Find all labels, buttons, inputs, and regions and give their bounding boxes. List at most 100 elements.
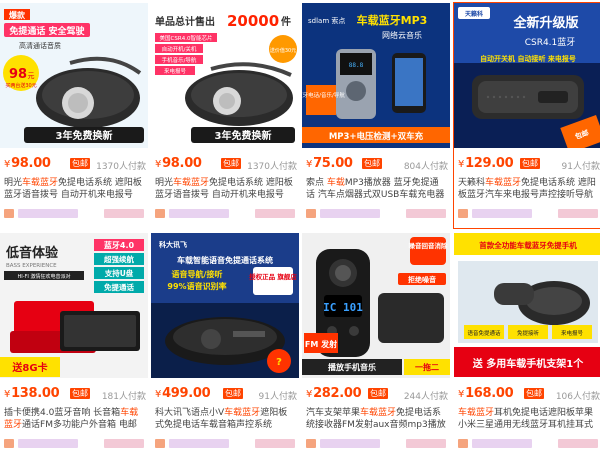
product-image[interactable]: 低音体验 BASS EXPERIENCE HI-FI 激情狂欢电音派对 蓝牙4.… bbox=[0, 233, 148, 378]
free-shipping-badge: 包邮 bbox=[223, 388, 243, 399]
product-title[interactable]: 汽车支架苹果车载蓝牙免提电话系统接收器FM发射aux音频mp3播放机 bbox=[306, 407, 446, 431]
product-title[interactable]: 插卡便携4.0蓝牙音响 长音箱车载蓝牙通话FM多功能户外音箱 电邮 bbox=[4, 407, 144, 431]
img-text: 送8G卡 bbox=[11, 361, 47, 374]
product-image[interactable]: 首款全功能车载蓝牙免提手机 语音免提通话 免提接听 来电报号 送 多用车载手机支… bbox=[454, 233, 600, 378]
img-text: 单品总计售出 bbox=[155, 15, 215, 28]
sales-count: 91人付款 bbox=[561, 162, 600, 172]
img-text: MP3+电压检测+双车充 bbox=[329, 131, 424, 142]
svg-text:?: ? bbox=[276, 357, 282, 368]
free-shipping-badge: 包邮 bbox=[70, 388, 90, 399]
img-text: 全新升级版 bbox=[512, 15, 578, 31]
shop-info bbox=[151, 437, 299, 451]
img-text: 一拖二 bbox=[415, 362, 439, 372]
img-text: CSR4.1蓝牙 bbox=[525, 36, 576, 48]
img-text: HI-FI 激情狂欢电音派对 bbox=[18, 273, 71, 280]
free-shipping-badge: 包邮 bbox=[70, 158, 90, 169]
price: ¥282.00 bbox=[306, 386, 362, 401]
shop-info bbox=[454, 437, 600, 451]
img-text: 蓝牙电话/音乐/导航 bbox=[302, 91, 345, 99]
shop-info bbox=[454, 207, 600, 221]
img-text: 网络云音乐 bbox=[382, 30, 422, 40]
product-image[interactable]: 天籁科 全新升级版 CSR4.1蓝牙 自动开关机 自动接听 来电报号 包邮 bbox=[454, 3, 600, 148]
sales-count: 91人付款 bbox=[258, 392, 297, 402]
sales-count: 181人付款 bbox=[101, 392, 146, 402]
product-image[interactable]: 科大讯飞 车载智能语音免提通话系统 语音导航/接听 99%语音识别率 授权正品 … bbox=[151, 233, 299, 378]
product-card[interactable]: 爆款 免提通话 安全驾驶 高清通话音质 98 元 买两台送30元 3年免费换新 … bbox=[0, 3, 148, 221]
price: ¥98.00 bbox=[4, 156, 51, 171]
free-shipping-badge: 包邮 bbox=[362, 158, 382, 169]
img-text: 元 bbox=[28, 72, 35, 80]
product-grid: 爆款 免提通话 安全驾驶 高清通话音质 98 元 买两台送30元 3年免费换新 … bbox=[0, 0, 600, 463]
shop-info bbox=[0, 207, 148, 221]
shop-info bbox=[0, 437, 148, 451]
img-text: 拒绝噪音 bbox=[408, 275, 436, 284]
img-text: 20000 bbox=[227, 12, 279, 30]
img-text: 99%语音识别率 bbox=[167, 281, 226, 291]
img-text: 送 多用车载手机支架1个 bbox=[472, 357, 584, 370]
shop-info bbox=[302, 437, 450, 451]
img-text: 语音免提通话 bbox=[467, 329, 501, 337]
img-text: 件 bbox=[281, 15, 291, 28]
sales-count: 1370人付款 bbox=[247, 162, 297, 172]
product-image[interactable]: 爆款 免提通话 安全驾驶 高清通话音质 98 元 买两台送30元 3年免费换新 bbox=[0, 3, 148, 148]
product-title[interactable]: 天籁科车载蓝牙免提电话系统 遮阳板蓝牙汽车来电报号声控接听导航播报 bbox=[458, 177, 598, 201]
free-shipping-badge: 包邮 bbox=[520, 158, 540, 169]
img-text: 授权正品 旗舰店 bbox=[249, 272, 297, 281]
img-text: 蓝牙4.0 bbox=[104, 240, 135, 250]
img-text: 送价值30元 bbox=[270, 47, 296, 54]
product-title[interactable]: 科大讯飞语点小V车载蓝牙遮阳板式免提电话车载音箱声控系统 bbox=[155, 407, 295, 431]
price: ¥499.00 bbox=[155, 386, 211, 401]
product-title[interactable]: 索点 车载MP3播放器 蓝牙免提通话 汽车点烟器式双USB车载充电器 bbox=[306, 177, 446, 201]
price: ¥168.00 bbox=[458, 386, 514, 401]
img-text: 98 bbox=[9, 67, 27, 82]
img-text: 美国CSR4.0智能芯片 bbox=[160, 34, 213, 42]
product-image[interactable]: sdlam 索点 车载蓝牙MP3 网络云音乐 88.8 蓝牙电话/音乐/导航 M… bbox=[302, 3, 450, 148]
product-card[interactable]: 首款全功能车载蓝牙免提手机 语音免提通话 免提接听 来电报号 送 多用车载手机支… bbox=[454, 233, 600, 451]
sales-count: 804人付款 bbox=[403, 162, 448, 172]
price: ¥138.00 bbox=[4, 386, 60, 401]
img-text: IC 101 bbox=[323, 301, 363, 314]
price: ¥129.00 bbox=[458, 156, 514, 171]
free-shipping-badge: 包邮 bbox=[221, 158, 241, 169]
product-image[interactable]: IC 101 噪音回音消除 拒绝噪音 FM 发射 播放手机音乐 一拖二 bbox=[302, 233, 450, 378]
product-title[interactable]: 明光车载蓝牙免提电话系统 遮阳板蓝牙语音拨号 自动开机来电报号 bbox=[4, 177, 144, 201]
img-text: 语音导航/接听 bbox=[172, 269, 223, 279]
img-text: 来电报号 bbox=[164, 67, 187, 75]
product-title[interactable]: 明光车载蓝牙免提电话系统 遮阳板蓝牙语音拨号 自动开机来电报号 bbox=[155, 177, 295, 201]
img-text: 车载智能语音免提通话系统 bbox=[177, 255, 273, 265]
product-title[interactable]: 车载蓝牙耳机免提电话遮阳板苹果小米三星通用无线蓝牙耳机挂耳式 bbox=[458, 407, 598, 431]
img-text: 自动开关机 自动接听 来电报号 bbox=[480, 54, 576, 63]
img-text: 科大讯飞 bbox=[159, 240, 187, 249]
price: ¥75.00 bbox=[306, 156, 353, 171]
img-text: 手机音乐/导航 bbox=[162, 56, 197, 64]
product-card[interactable]: 单品总计售出 20000 件 美国CSR4.0智能芯片 自动开机/关机 手机音乐… bbox=[151, 3, 299, 221]
img-text: 买两台送30元 bbox=[5, 82, 36, 89]
img-text: 播放手机音乐 bbox=[328, 362, 376, 372]
shop-info bbox=[302, 207, 450, 221]
product-card[interactable]: 低音体验 BASS EXPERIENCE HI-FI 激情狂欢电音派对 蓝牙4.… bbox=[0, 233, 148, 451]
free-shipping-badge: 包邮 bbox=[368, 388, 388, 399]
img-text: 自动开机/关机 bbox=[162, 45, 197, 53]
svg-text:88.8: 88.8 bbox=[349, 62, 364, 69]
price: ¥98.00 bbox=[155, 156, 202, 171]
product-card[interactable]: sdlam 索点 车载蓝牙MP3 网络云音乐 88.8 蓝牙电话/音乐/导航 M… bbox=[302, 3, 450, 221]
img-text: 3年免费换新 bbox=[56, 129, 113, 142]
img-text: 免提接听 bbox=[517, 329, 540, 337]
img-text: 车载蓝牙MP3 bbox=[357, 13, 428, 27]
img-text: FM 发射 bbox=[305, 339, 337, 349]
img-text: 支持U盘 bbox=[104, 268, 134, 278]
product-card[interactable]: 科大讯飞 车载智能语音免提通话系统 语音导航/接听 99%语音识别率 授权正品 … bbox=[151, 233, 299, 451]
img-text: 来电报号 bbox=[561, 329, 584, 337]
product-card[interactable]: 天籁科 全新升级版 CSR4.1蓝牙 自动开关机 自动接听 来电报号 包邮 ¥1… bbox=[453, 2, 600, 229]
img-text: 3年免费换新 bbox=[215, 129, 272, 142]
product-card[interactable]: IC 101 噪音回音消除 拒绝噪音 FM 发射 播放手机音乐 一拖二 ¥282… bbox=[302, 233, 450, 451]
img-text: 高清通话音质 bbox=[19, 41, 61, 50]
sales-count: 244人付款 bbox=[403, 392, 448, 402]
shop-info bbox=[151, 207, 299, 221]
product-image[interactable]: 单品总计售出 20000 件 美国CSR4.0智能芯片 自动开机/关机 手机音乐… bbox=[151, 3, 299, 148]
img-text: 天籁科 bbox=[465, 10, 483, 18]
free-shipping-badge: 包邮 bbox=[524, 388, 544, 399]
sales-count: 106人付款 bbox=[555, 392, 600, 402]
img-text: 噪音回音消除 bbox=[409, 241, 449, 250]
sales-count: 1370人付款 bbox=[96, 162, 146, 172]
